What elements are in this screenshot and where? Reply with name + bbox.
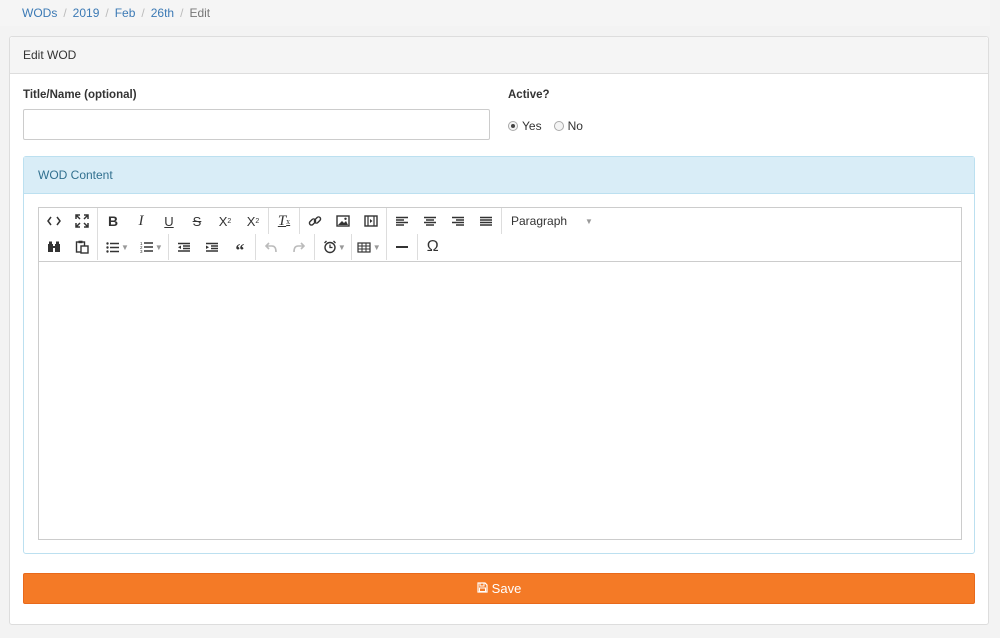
breadcrumb-separator: / <box>63 6 67 20</box>
chevron-down-icon[interactable]: ▼ <box>121 243 129 252</box>
active-radio-group: Yes No <box>508 119 583 133</box>
chevron-down-icon[interactable]: ▼ <box>155 243 163 252</box>
edit-wod-panel: Edit WOD Title/Name (optional) Active? Y… <box>9 36 989 625</box>
align-left-icon[interactable] <box>388 208 416 234</box>
svg-text:3: 3 <box>140 249 143 253</box>
align-justify-icon[interactable] <box>472 208 500 234</box>
panel-title: Edit WOD <box>10 37 988 74</box>
media-icon[interactable] <box>357 208 385 234</box>
redo-icon[interactable] <box>285 234 313 260</box>
image-icon[interactable] <box>329 208 357 234</box>
save-button[interactable]: Save <box>23 573 975 604</box>
wod-content-panel: WOD Content B I U S X 2 X 2 T x Paragrap… <box>23 156 975 554</box>
clear-format-icon[interactable]: Tx <box>270 208 298 234</box>
superscript-icon[interactable]: X2 <box>239 208 267 234</box>
strikethrough-icon[interactable]: S <box>183 208 211 234</box>
title-input[interactable] <box>23 109 490 140</box>
breadcrumb-day[interactable]: 26th <box>151 6 174 20</box>
fullscreen-icon[interactable] <box>68 208 96 234</box>
breadcrumb: WODs / 2019 / Feb / 26th / Edit <box>0 0 990 26</box>
rich-text-editor: B I U S X2 X2 Tx Paragraph ▼ ▼ 1 2 3 ▼ “… <box>38 207 962 540</box>
breadcrumb-month[interactable]: Feb <box>115 6 136 20</box>
editor-content-area[interactable] <box>39 261 961 539</box>
table-icon[interactable] <box>353 234 375 260</box>
chevron-down-icon[interactable]: ▼ <box>338 243 346 252</box>
editor-toolbar: B I U S X2 X2 Tx Paragraph ▼ ▼ 1 2 3 ▼ “… <box>39 208 961 262</box>
underline-icon[interactable]: U <box>155 208 183 234</box>
breadcrumb-wods[interactable]: WODs <box>22 6 57 20</box>
breadcrumb-current: Edit <box>189 6 211 20</box>
wod-content-heading: WOD Content <box>24 157 974 194</box>
breadcrumb-year[interactable]: 2019 <box>73 6 100 20</box>
italic-icon[interactable]: I <box>127 208 155 234</box>
active-no-radio[interactable] <box>553 121 564 131</box>
format-select[interactable]: Paragraph ▼ <box>503 214 601 228</box>
align-right-icon[interactable] <box>444 208 472 234</box>
save-button-label: Save <box>491 581 522 596</box>
paste-icon[interactable] <box>68 234 96 260</box>
link-icon[interactable] <box>301 208 329 234</box>
breadcrumb-separator: / <box>180 6 184 20</box>
outdent-icon[interactable] <box>170 234 198 260</box>
chevron-down-icon[interactable]: ▼ <box>373 243 381 252</box>
active-yes-radio[interactable] <box>508 121 518 131</box>
active-label: Active? <box>508 89 550 101</box>
floppy-icon <box>477 581 488 596</box>
chevron-down-icon: ▼ <box>585 216 593 226</box>
omega-icon[interactable]: Ω <box>419 234 447 260</box>
format-select-value: Paragraph <box>511 214 568 228</box>
bold-icon[interactable]: B <box>99 208 127 234</box>
indent-icon[interactable] <box>198 234 226 260</box>
find-replace-icon[interactable] <box>40 234 68 260</box>
breadcrumb-separator: / <box>141 6 145 20</box>
breadcrumb-separator: / <box>105 6 109 20</box>
title-label: Title/Name (optional) <box>23 89 137 101</box>
blockquote-icon[interactable]: “ <box>226 234 254 260</box>
subscript-icon[interactable]: X2 <box>211 208 239 234</box>
active-no-label[interactable]: No <box>568 119 583 133</box>
align-center-icon[interactable] <box>416 208 444 234</box>
undo-icon[interactable] <box>257 234 285 260</box>
code-icon[interactable] <box>40 208 68 234</box>
active-yes-label[interactable]: Yes <box>522 119 542 133</box>
horizontal-rule-icon[interactable] <box>388 234 416 260</box>
